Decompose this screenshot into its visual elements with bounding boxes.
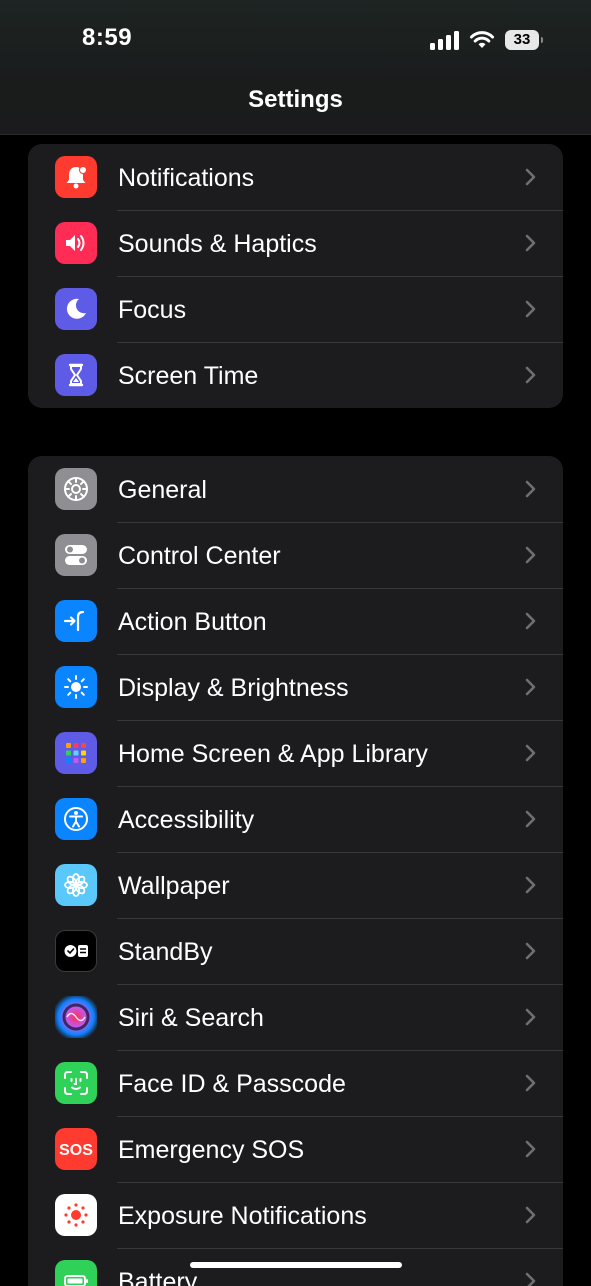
settings-row-label: Action Button bbox=[118, 608, 267, 636]
settings-row-action-button[interactable]: Action Button bbox=[28, 588, 563, 654]
standby-icon bbox=[55, 930, 97, 972]
navigation-bar: 8:59 33 Settings bbox=[0, 0, 591, 135]
exposure-icon bbox=[55, 1194, 97, 1236]
chevron-right-icon bbox=[525, 480, 536, 498]
app-grid-icon bbox=[55, 732, 97, 774]
chevron-right-icon bbox=[525, 546, 536, 564]
chevron-right-icon bbox=[525, 300, 536, 318]
settings-row-label: Wallpaper bbox=[118, 872, 230, 900]
settings-row-face-id[interactable]: Face ID & Passcode bbox=[28, 1050, 563, 1116]
settings-row-control-center[interactable]: Control Center bbox=[28, 522, 563, 588]
wifi-icon bbox=[470, 31, 494, 48]
battery-indicator: 33 bbox=[505, 30, 543, 50]
chevron-right-icon bbox=[525, 1272, 536, 1286]
settings-row-label: Focus bbox=[118, 296, 187, 324]
notifications-icon bbox=[55, 156, 97, 198]
settings-row-label: Emergency SOS bbox=[118, 1136, 305, 1164]
speaker-icon bbox=[55, 222, 97, 264]
face-id-icon bbox=[55, 1062, 97, 1104]
action-button-icon bbox=[55, 600, 97, 642]
settings-row-exposure-notifications[interactable]: Exposure Notifications bbox=[28, 1182, 563, 1248]
accessibility-icon bbox=[55, 798, 97, 840]
chevron-right-icon bbox=[525, 234, 536, 252]
settings-row-label: Sounds & Haptics bbox=[118, 230, 317, 258]
settings-row-label: StandBy bbox=[118, 938, 213, 966]
settings-row-label: Control Center bbox=[118, 542, 281, 570]
status-time: 8:59 bbox=[82, 24, 133, 51]
settings-row-standby[interactable]: StandBy bbox=[28, 918, 563, 984]
sos-icon: SOS bbox=[55, 1128, 97, 1170]
settings-row-accessibility[interactable]: Accessibility bbox=[28, 786, 563, 852]
cellular-signal-icon bbox=[430, 30, 459, 50]
toggles-icon bbox=[55, 534, 97, 576]
status-icons: 33 bbox=[430, 28, 543, 52]
chevron-right-icon bbox=[525, 1008, 536, 1026]
home-indicator[interactable] bbox=[190, 1262, 402, 1268]
settings-row-label: Screen Time bbox=[118, 362, 259, 390]
chevron-right-icon bbox=[525, 168, 536, 186]
settings-row-label: Notifications bbox=[118, 164, 255, 192]
chevron-right-icon bbox=[525, 678, 536, 696]
chevron-right-icon bbox=[525, 810, 536, 828]
svg-text:SOS: SOS bbox=[59, 1142, 93, 1159]
settings-row-wallpaper[interactable]: Wallpaper bbox=[28, 852, 563, 918]
settings-group-2: General Control Center Action Button Dis… bbox=[28, 456, 563, 1286]
settings-row-general[interactable]: General bbox=[28, 456, 563, 522]
settings-row-screen-time[interactable]: Screen Time bbox=[28, 342, 563, 408]
page-title: Settings bbox=[248, 86, 343, 113]
siri-icon bbox=[55, 996, 97, 1038]
settings-row-emergency-sos[interactable]: SOS Emergency SOS bbox=[28, 1116, 563, 1182]
moon-icon bbox=[55, 288, 97, 330]
settings-row-label: Siri & Search bbox=[118, 1004, 264, 1032]
flower-icon bbox=[55, 864, 97, 906]
settings-row-label: Home Screen & App Library bbox=[118, 740, 428, 768]
chevron-right-icon bbox=[525, 744, 536, 762]
chevron-right-icon bbox=[525, 612, 536, 630]
chevron-right-icon bbox=[525, 876, 536, 894]
settings-row-notifications[interactable]: Notifications bbox=[28, 144, 563, 210]
settings-row-label: Exposure Notifications bbox=[118, 1202, 367, 1230]
hourglass-icon bbox=[55, 354, 97, 396]
settings-row-sounds-haptics[interactable]: Sounds & Haptics bbox=[28, 210, 563, 276]
chevron-right-icon bbox=[525, 1206, 536, 1224]
settings-row-label: Accessibility bbox=[118, 806, 255, 834]
settings-row-siri-search[interactable]: Siri & Search bbox=[28, 984, 563, 1050]
settings-row-home-screen[interactable]: Home Screen & App Library bbox=[28, 720, 563, 786]
settings-group-1: Notifications Sounds & Haptics Focus Scr… bbox=[28, 144, 563, 408]
chevron-right-icon bbox=[525, 1074, 536, 1092]
battery-icon bbox=[55, 1260, 97, 1286]
sun-icon bbox=[55, 666, 97, 708]
settings-row-label: Display & Brightness bbox=[118, 674, 349, 702]
settings-row-display-brightness[interactable]: Display & Brightness bbox=[28, 654, 563, 720]
gear-icon bbox=[55, 468, 97, 510]
chevron-right-icon bbox=[525, 942, 536, 960]
settings-row-label: General bbox=[118, 476, 207, 504]
chevron-right-icon bbox=[525, 1140, 536, 1158]
chevron-right-icon bbox=[525, 366, 536, 384]
settings-row-label: Face ID & Passcode bbox=[118, 1070, 346, 1098]
settings-row-focus[interactable]: Focus bbox=[28, 276, 563, 342]
settings-row-label: Battery bbox=[118, 1268, 198, 1286]
